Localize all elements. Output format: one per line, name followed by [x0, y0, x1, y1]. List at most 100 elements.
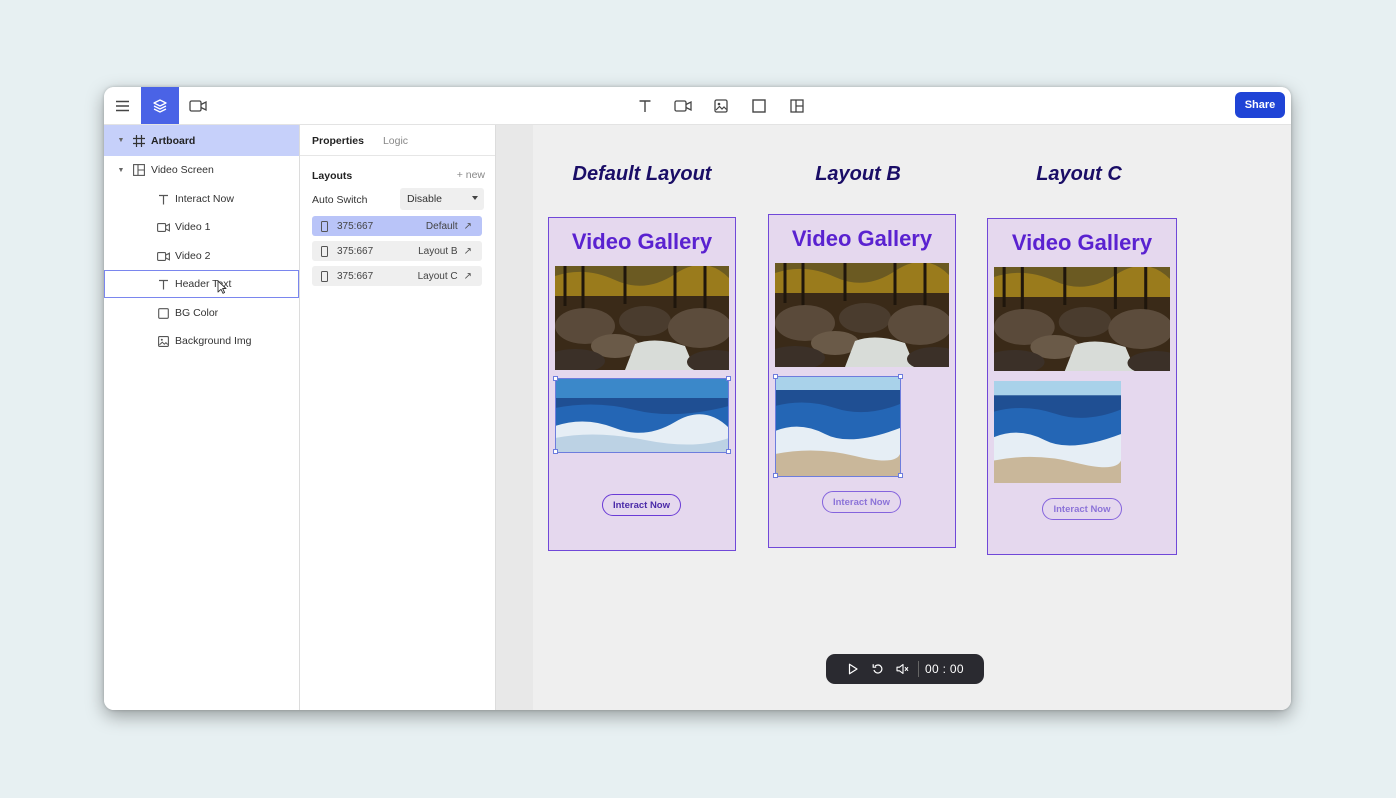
video-tool[interactable] — [664, 87, 702, 124]
auto-switch-select[interactable]: Disable — [400, 188, 484, 210]
layer-label: Video Screen — [151, 164, 214, 176]
resize-handle[interactable] — [898, 473, 903, 478]
caret-down-icon[interactable]: ▼ — [116, 167, 126, 174]
interact-now-button[interactable]: Interact Now — [602, 494, 681, 516]
layout-tool[interactable] — [778, 87, 816, 124]
resize-handle[interactable] — [726, 449, 731, 454]
layout-item-b[interactable]: 375:667 Layout B ↗ — [312, 241, 482, 261]
selection-box — [555, 378, 729, 453]
layer-video-1[interactable]: Video 1 — [104, 213, 299, 241]
text-icon — [156, 277, 170, 291]
layer-video-2[interactable]: Video 2 — [104, 242, 299, 270]
layers-button[interactable] — [141, 87, 179, 124]
layer-interact-now[interactable]: Interact Now — [104, 185, 299, 213]
volume-mute-icon — [896, 663, 909, 675]
layout-icon — [132, 163, 146, 177]
auto-switch-value: Disable — [407, 193, 443, 205]
video-tool-icon — [674, 99, 692, 112]
artboard-frame-b[interactable]: Video Gallery Interact Now — [768, 214, 956, 548]
panel-tabs: Properties Logic — [312, 135, 408, 147]
layout-item-default[interactable]: 375:667 Default ↗ — [312, 216, 482, 236]
insert-tools — [626, 87, 816, 124]
open-arrow-icon[interactable]: ↗ — [464, 221, 472, 232]
mouse-cursor-icon — [217, 280, 227, 294]
video-media-icon — [189, 99, 207, 112]
artboard-frame-c[interactable]: Video Gallery Interact Now — [987, 218, 1177, 555]
text-tool[interactable] — [626, 87, 664, 124]
open-arrow-icon[interactable]: ↗ — [464, 271, 472, 282]
image-tool-icon — [714, 98, 728, 113]
layer-header-text[interactable]: Header Text — [104, 270, 299, 298]
video-icon — [156, 249, 170, 263]
video-icon — [156, 220, 170, 234]
square-icon — [156, 306, 170, 320]
layer-label: Artboard — [151, 134, 196, 147]
properties-panel: Properties Logic Layouts + new Auto Swit… — [300, 125, 496, 710]
header-text[interactable]: Video Gallery — [988, 230, 1176, 256]
media-button[interactable] — [180, 87, 216, 124]
layer-bg-color[interactable]: BG Color — [104, 299, 299, 327]
layer-label: Video 2 — [175, 250, 211, 262]
design-canvas[interactable]: Default Layout Layout B Layout C Video G… — [496, 125, 1291, 710]
playback-time: 00 : 00 — [925, 662, 964, 676]
replay-icon — [872, 664, 882, 674]
resize-handle[interactable] — [898, 374, 903, 379]
open-arrow-icon[interactable]: ↗ — [464, 246, 472, 257]
text-icon — [156, 192, 170, 206]
share-button[interactable]: Share — [1235, 92, 1285, 118]
layer-label: Video 1 — [175, 221, 211, 233]
layout-title-c: Layout C — [1036, 163, 1122, 185]
layer-video-screen[interactable]: ▼ Video Screen — [104, 156, 299, 184]
header-text[interactable]: Video Gallery — [769, 226, 955, 252]
layout-name: Default — [425, 220, 458, 232]
playback-controls: 00 : 00 — [826, 654, 984, 684]
menu-icon — [116, 100, 129, 111]
resize-handle[interactable] — [773, 473, 778, 478]
resize-handle[interactable] — [553, 449, 558, 454]
layout-item-c[interactable]: 375:667 Layout C ↗ — [312, 266, 482, 286]
video-1-thumbnail[interactable] — [775, 263, 949, 367]
new-layout-button[interactable]: + new — [457, 169, 485, 181]
resize-handle[interactable] — [726, 376, 731, 381]
interact-now-button[interactable]: Interact Now — [822, 491, 901, 513]
layout-tool-icon — [790, 98, 804, 113]
header-text[interactable]: Video Gallery — [549, 229, 735, 255]
image-tool[interactable] — [702, 87, 740, 124]
menu-button[interactable] — [104, 87, 141, 124]
replay-button[interactable] — [865, 654, 890, 684]
divider — [300, 155, 495, 156]
dropdown-arrow-icon — [472, 196, 478, 200]
layer-label: Interact Now — [175, 193, 234, 205]
separator — [918, 661, 919, 677]
layout-name: Layout B — [418, 245, 458, 257]
layouts-heading: Layouts — [312, 170, 353, 182]
tab-logic[interactable]: Logic — [383, 135, 408, 147]
interact-now-button[interactable]: Interact Now — [1042, 498, 1122, 520]
layout-title-b: Layout B — [815, 163, 901, 185]
image-icon — [156, 334, 170, 348]
resize-handle[interactable] — [553, 376, 558, 381]
video-2-thumbnail[interactable] — [994, 381, 1121, 483]
caret-down-icon[interactable]: ▼ — [116, 137, 126, 144]
canvas-gutter — [496, 125, 533, 710]
artboard-frame-default[interactable]: Video Gallery Interact Now — [548, 217, 736, 551]
layer-background-img[interactable]: Background Img — [104, 327, 299, 355]
phone-icon — [321, 245, 328, 257]
phone-icon — [321, 270, 328, 282]
resize-handle[interactable] — [773, 374, 778, 379]
rectangle-tool-icon — [752, 98, 766, 113]
layers-icon — [153, 98, 167, 113]
video-1-thumbnail[interactable] — [555, 266, 729, 370]
video-1-thumbnail[interactable] — [994, 267, 1170, 371]
layout-size: 375:667 — [337, 220, 374, 232]
selection-box — [775, 376, 901, 477]
phone-icon — [321, 220, 328, 232]
frame-icon — [132, 134, 146, 148]
mute-button[interactable] — [890, 654, 915, 684]
tab-properties[interactable]: Properties — [312, 135, 364, 147]
rectangle-tool[interactable] — [740, 87, 778, 124]
layer-label: BG Color — [175, 307, 219, 319]
layer-artboard[interactable]: ▼ Artboard — [104, 125, 299, 156]
play-button[interactable] — [840, 654, 865, 684]
layout-name: Layout C — [417, 270, 458, 282]
